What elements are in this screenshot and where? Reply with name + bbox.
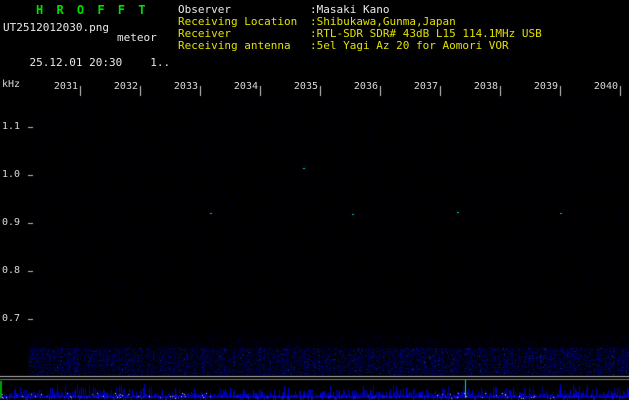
app-title: H R O F F T [36,3,149,17]
station-info-block: Observer:Masaki Kano Receiving Location:S… [178,4,542,52]
timestamp-line: 25.12.01 20:30 1.. [3,43,171,82]
hrofft-output-screen: H R O F F T UT2512012030.png meteor 25.1… [0,0,629,400]
info-label: Receiving antenna [178,39,291,52]
sample-counter: 1.. [150,56,171,69]
output-filename: UT2512012030.png [3,21,109,34]
info-row-3: Receiving antenna :5el Yagi Az 20 for Aom… [178,40,542,52]
datetime-value: 25.12.01 20:30 [29,56,123,69]
y-axis-unit-label: kHz [2,79,21,90]
info-value: :5el Yagi Az 20 for Aomori VOR [310,39,509,52]
